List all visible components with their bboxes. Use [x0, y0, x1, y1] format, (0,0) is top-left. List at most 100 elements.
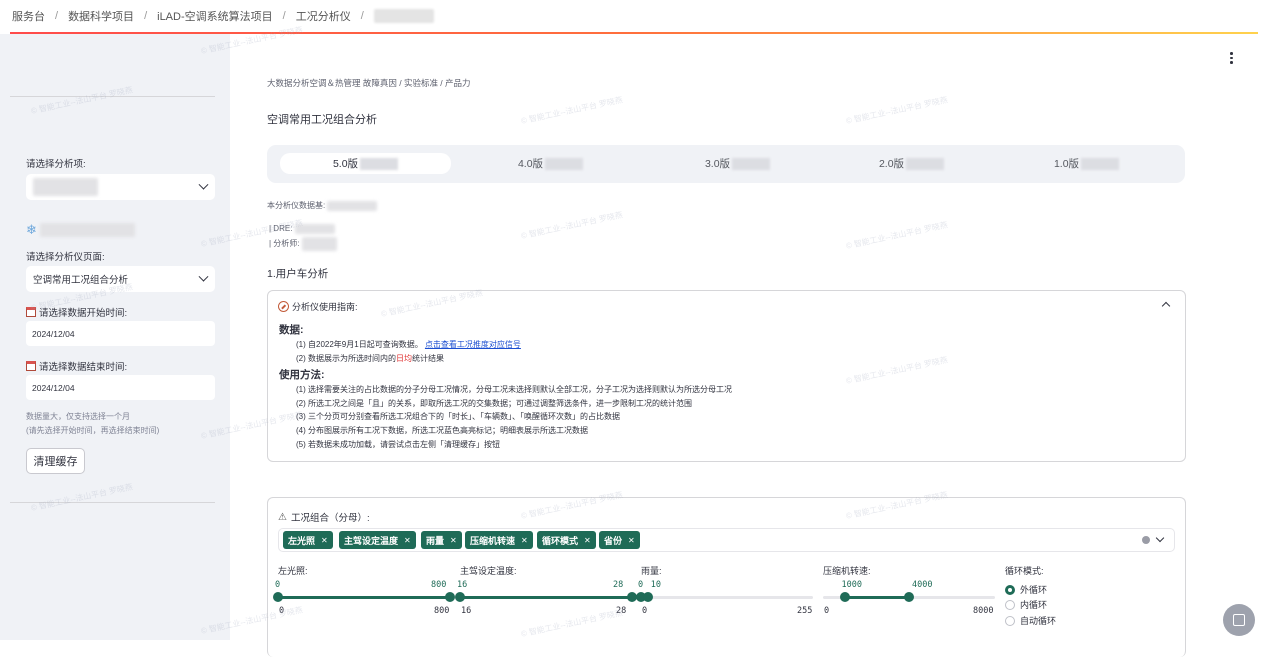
condition-combo-header: ⚠ 工况组合（分母）:	[278, 510, 370, 525]
rainfall-slider-track[interactable]	[641, 596, 813, 599]
dre-redacted	[294, 224, 335, 234]
start-date-input[interactable]: 2024/12/04	[26, 321, 215, 346]
chevron-down-icon	[198, 179, 209, 190]
tab-v4[interactable]: 4.0版	[463, 153, 638, 174]
sidebar-divider	[10, 96, 215, 97]
tag-label: 省份	[604, 535, 623, 546]
compressor-speed-slider-low-handle[interactable]	[839, 592, 850, 602]
analysis-item-value-redacted	[33, 178, 98, 196]
compressor-speed-slider-label: 压缩机转速:	[823, 566, 871, 576]
driver-temp-slider-low-handle[interactable]	[455, 592, 465, 602]
tab-v3[interactable]: 3.0版	[650, 153, 825, 174]
radio-outer-cycle[interactable]: 外循环	[1005, 583, 1047, 596]
remove-tag-icon[interactable]: ✕	[521, 536, 528, 545]
end-date-label-text: 请选择数据结束时间:	[39, 362, 128, 373]
tab-v2[interactable]: 2.0版	[824, 153, 999, 174]
radio-inner-cycle[interactable]: 内循环	[1005, 598, 1047, 611]
cycle-mode-label: 循环模式:	[1005, 566, 1044, 576]
data-heading: 数据:	[279, 324, 304, 336]
chevron-up-icon[interactable]	[1161, 301, 1171, 311]
driver-temp-slider-label: 主驾设定温度:	[460, 566, 517, 576]
dre-label: | DRE:	[269, 224, 293, 234]
page-select-label: 请选择分析仪页面:	[26, 252, 105, 263]
tag-left-light[interactable]: 左光照 ✕	[283, 531, 333, 549]
remove-tag-icon[interactable]: ✕	[450, 536, 457, 545]
radio-dot	[1005, 584, 1015, 595]
start-date-label-text: 请选择数据开始时间:	[39, 308, 128, 319]
driver-temp-slider-max: 28	[616, 606, 627, 616]
left-light-slider-low-handle[interactable]	[273, 592, 283, 602]
radio-dot	[1005, 615, 1015, 626]
clear-cache-button[interactable]: 清理缓存	[26, 448, 85, 474]
breadcrumb-separator: /	[360, 10, 364, 22]
end-date-input[interactable]: 2024/12/04	[26, 375, 215, 400]
rainfall-slider-min: 0	[642, 606, 648, 616]
usage-guide-header[interactable]: 分析仪使用指南:	[278, 300, 358, 313]
data-line-2-suffix: 统计结果	[412, 354, 444, 363]
remove-tag-icon[interactable]: ✕	[584, 536, 591, 545]
breadcrumb-item-data-science[interactable]: 数据科学项目	[68, 8, 134, 24]
remove-tag-icon[interactable]: ✕	[321, 536, 328, 545]
tag-label: 左光照	[288, 535, 316, 546]
tag-province[interactable]: 省份 ✕	[599, 531, 640, 549]
start-date-label: 请选择数据开始时间:	[26, 305, 127, 319]
left-light-slider-high-handle[interactable]	[445, 592, 455, 602]
compressor-speed-slider-high-handle[interactable]	[904, 592, 914, 602]
page-title: 空调常用工况组合分析	[267, 114, 377, 126]
method-line: (2) 所选工况之间是「且」的关系，即取所选工况的交集数据；可通过调整筛选条件，…	[296, 399, 692, 408]
tag-label: 压缩机转速	[470, 535, 516, 546]
tab-v5[interactable]: 5.0版	[280, 153, 451, 174]
tag-label: 循环模式	[542, 535, 579, 546]
tag-rainfall[interactable]: 雨量 ✕	[421, 531, 462, 549]
breadcrumb-item-project[interactable]: iLAD-空调系统算法项目	[157, 8, 273, 24]
remove-tag-icon[interactable]: ✕	[404, 536, 411, 545]
more-options-icon[interactable]	[1230, 52, 1234, 64]
dre-meta: | DRE:	[269, 224, 335, 234]
tag-compressor-speed[interactable]: 压缩机转速 ✕	[465, 531, 533, 549]
page-select[interactable]: 空调常用工况组合分析	[26, 266, 215, 292]
feedback-edit-button[interactable]	[1223, 604, 1255, 636]
compressor-speed-slider-high-value: 4000	[912, 580, 933, 590]
method-line: (4) 分布图展示所有工况下数据，所选工况蓝色高亮标记；明细表展示所选工况数据	[296, 426, 588, 435]
sidebar: 请选择分析项: ❄ 请选择分析仪页面: 空调常用工况组合分析 请选择数据开始时间…	[0, 34, 230, 640]
method-heading: 使用方法:	[279, 369, 325, 381]
tab-label-redacted	[545, 157, 584, 170]
analysis-item-label: 请选择分析项:	[26, 159, 86, 170]
rainfall-slider-label: 雨量:	[641, 566, 662, 576]
tag-driver-temp[interactable]: 主驾设定温度 ✕	[339, 531, 416, 549]
tab-label-redacted	[360, 157, 399, 170]
breadcrumb-item-service-desk[interactable]: 服务台	[12, 8, 45, 24]
condition-combo-title: 工况组合（分母）:	[290, 513, 370, 524]
tag-cycle-mode[interactable]: 循环模式 ✕	[537, 531, 596, 549]
tab-label: 3.0版	[704, 158, 731, 170]
driver-temp-slider-high-value: 28	[613, 580, 624, 590]
data-base-meta: 本分析仪数据基:	[267, 200, 378, 211]
tab-label-redacted	[906, 157, 945, 170]
tag-label: 雨量	[426, 535, 445, 546]
remove-tag-icon[interactable]: ✕	[628, 536, 635, 545]
clear-all-icon[interactable]	[1142, 536, 1150, 544]
date-range-hint: (请先选择开始时间，再选择结束时间)	[26, 426, 160, 435]
analyst-redacted	[301, 237, 337, 251]
sidebar-divider	[10, 502, 215, 503]
section-title: 1.用户车分析	[267, 268, 329, 280]
compressor-speed-slider-range	[844, 596, 909, 599]
breadcrumb-item-analyzer[interactable]: 工况分析仪	[296, 8, 351, 24]
data-line-1: (1) 自2022年9月1日起可查询数据。 点击查看工况推度对应信号	[296, 339, 521, 350]
condition-multiselect[interactable]: 左光照 ✕ 主驾设定温度 ✕ 雨量 ✕ 压缩机转速 ✕ 循环模式 ✕ 省份 ✕	[278, 528, 1175, 552]
radio-label: 外循环	[1020, 585, 1048, 595]
radio-auto-cycle[interactable]: 自动循环	[1005, 614, 1056, 627]
signal-info-link[interactable]: 点击查看工况推度对应信号	[425, 340, 521, 349]
left-light-slider-max: 800	[434, 606, 450, 616]
analysis-item-select[interactable]	[26, 174, 215, 200]
compressor-speed-slider-low-value: 1000	[841, 580, 862, 590]
tab-v1[interactable]: 1.0版	[999, 153, 1174, 174]
breadcrumb-separator: /	[144, 10, 148, 22]
left-light-slider-range	[278, 596, 450, 599]
rainfall-slider-high-handle[interactable]	[642, 592, 653, 602]
method-line: (3) 三个分页可分别查看所选工况组合下的「时长」、「车辆数」、「唤醒循环次数」…	[296, 412, 620, 421]
data-line-1-text: (1) 自2022年9月1日起可查询数据。	[296, 340, 423, 349]
driver-temp-slider-low-value: 16	[457, 580, 468, 590]
chevron-down-icon[interactable]	[1155, 533, 1165, 543]
left-light-slider-min: 0	[279, 606, 285, 616]
